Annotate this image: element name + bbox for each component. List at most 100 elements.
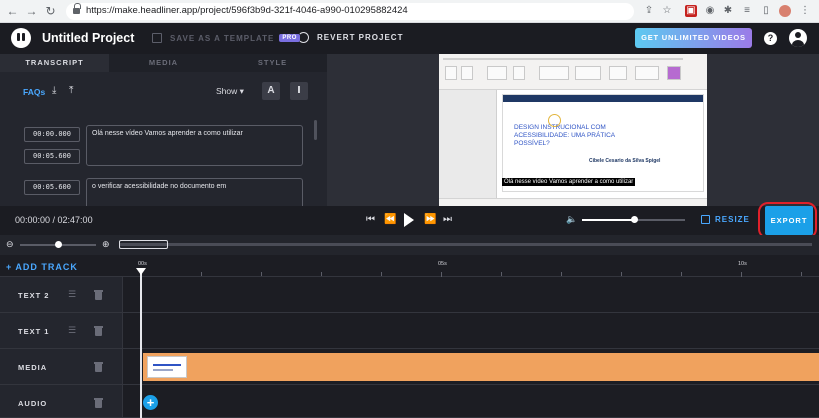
track-name: TEXT 2 [18, 291, 50, 300]
segment-2-text[interactable]: o verificar acessibilidade no documento … [86, 178, 303, 206]
rewind-icon[interactable]: ⏪ [384, 214, 396, 226]
slide-thumbnails [439, 90, 497, 198]
extension-red-icon[interactable]: ▣ [685, 5, 697, 17]
fast-forward-icon[interactable]: ⏩ [424, 214, 436, 226]
track-settings-icon[interactable]: ☰ [68, 289, 78, 300]
transcript-panel: TRANSCRIPT MEDIA STYLE FAQs ⤓ ⤒ Show ▾ A… [0, 54, 327, 206]
side-panel-icon[interactable]: ▯ [760, 5, 772, 17]
segment-1-text[interactable]: Olá nesse vídeo Vamos aprender a como ut… [86, 125, 303, 166]
media-queue-icon[interactable]: ≡ [741, 5, 753, 17]
skip-to-end-icon[interactable]: ⏭ [443, 214, 452, 226]
segment-2-start-time[interactable]: 00:05.600 [24, 180, 80, 195]
user-account-icon[interactable] [789, 29, 807, 47]
history-icon [298, 32, 309, 43]
faqs-link[interactable]: FAQs [23, 87, 45, 97]
ruler-label-0: 00s [138, 261, 147, 267]
timecode: 00:00:00 / 02:47:00 [15, 215, 93, 225]
transcript-scrollbar[interactable] [314, 120, 317, 140]
resize-button[interactable]: RESIZE [701, 215, 750, 224]
skip-to-start-icon[interactable]: ⏮ [366, 214, 375, 226]
slide-title: DESIGN INSTRUCIONAL COM ACESSIBILIDADE: … [514, 124, 615, 147]
address-bar[interactable]: https://make.headliner.app/project/596f3… [66, 3, 634, 20]
save-as-template-button[interactable]: SAVE AS A TEMPLATE PRO [152, 33, 300, 43]
add-audio-plus-icon[interactable]: + [143, 395, 158, 410]
trash-icon[interactable] [94, 362, 104, 372]
pro-badge: PRO [279, 34, 300, 42]
track-settings-icon[interactable]: ☰ [68, 325, 78, 336]
ruler-label-10: 10s [738, 261, 747, 267]
get-unlimited-videos-button[interactable]: GET UNLIMITED VIDEOS [635, 28, 752, 48]
add-track-button[interactable]: + ADD TRACK [6, 262, 78, 272]
media-clip-thumbnail [147, 356, 187, 378]
project-title[interactable]: Untitled Project [42, 31, 134, 45]
zoom-knob[interactable] [55, 241, 62, 248]
lock-icon [73, 3, 81, 14]
export-highlight-ring [758, 202, 817, 239]
trash-icon[interactable] [94, 398, 104, 408]
save-as-template-label: SAVE AS A TEMPLATE [170, 33, 275, 43]
video-preview[interactable]: DESIGN INSTRUCIONAL COM ACESSIBILIDADE: … [439, 54, 707, 206]
url-text: https://make.headliner.app/project/596f3… [86, 5, 408, 16]
segment-1-end-time[interactable]: 00:05.600 [24, 149, 80, 164]
timeline-overview-track[interactable] [120, 243, 812, 246]
track-row-text-1: TEXT 1 ☰ [0, 313, 819, 349]
show-dropdown[interactable]: Show ▾ [216, 86, 244, 97]
media-clip[interactable] [143, 353, 819, 381]
upload-icon[interactable]: ⤒ [69, 85, 73, 96]
download-icon[interactable]: ⤓ [52, 85, 56, 96]
bookmark-star-icon[interactable]: ☆ [661, 5, 673, 17]
cursor-highlight-icon [548, 114, 561, 127]
tab-style[interactable]: STYLE [218, 54, 327, 72]
camera-extension-icon[interactable]: ◉ [704, 5, 716, 17]
video-caption: Olá nesse vídeo Vamos aprender a como ut… [502, 178, 636, 186]
timeline-ruler: + ADD TRACK 00s 05s 10s [0, 255, 819, 277]
track-row-audio: AUDIO [0, 385, 819, 418]
slide-author: Cibele Cesario da Silva Spigel [589, 158, 661, 164]
browser-menu-icon[interactable]: ⋮ [799, 5, 811, 17]
powerpoint-ribbon-image [439, 54, 707, 90]
profile-avatar-icon[interactable] [779, 5, 791, 17]
volume-slider[interactable] [582, 216, 685, 223]
playhead-handle[interactable] [136, 268, 146, 275]
back-arrow-icon[interactable]: ← [5, 4, 20, 19]
panel-tabs: TRANSCRIPT MEDIA STYLE [0, 54, 327, 72]
zoom-out-icon[interactable]: ⊖ [6, 239, 14, 250]
timeline-zoom-bar: ⊖ ⊕ [0, 235, 819, 255]
volume-knob[interactable] [630, 216, 638, 223]
track-row-text-2: TEXT 2 ☰ [0, 277, 819, 313]
timeline-overview-handle[interactable] [119, 240, 168, 249]
forward-arrow-icon[interactable]: → [24, 4, 39, 19]
trash-icon[interactable] [94, 290, 104, 300]
trash-icon[interactable] [94, 326, 104, 336]
headliner-logo-icon[interactable] [11, 28, 31, 48]
volume-fill [582, 219, 634, 221]
segment-1-start-time[interactable]: 00:00.000 [24, 127, 80, 142]
ruler-label-5: 05s [438, 261, 447, 267]
track-header: AUDIO [0, 385, 123, 417]
track-header: TEXT 2 ☰ [0, 277, 123, 312]
track-name: TEXT 1 [18, 327, 50, 336]
help-icon[interactable]: ? [764, 32, 777, 45]
tab-transcript[interactable]: TRANSCRIPT [0, 54, 109, 72]
reload-icon[interactable]: ↻ [43, 4, 58, 19]
tab-media[interactable]: MEDIA [109, 54, 218, 72]
volume-icon[interactable]: 🔈 [566, 214, 577, 225]
slide-header-bar [503, 95, 703, 102]
revert-project-label: REVERT PROJECT [317, 33, 404, 42]
powerpoint-status-bar [439, 198, 707, 206]
play-icon[interactable] [404, 213, 414, 227]
zoom-in-icon[interactable]: ⊕ [102, 239, 110, 250]
track-name: MEDIA [18, 363, 48, 372]
puzzle-extension-icon[interactable]: ✱ [722, 5, 734, 17]
browser-toolbar: ← → ↻ https://make.headliner.app/project… [0, 0, 819, 23]
revert-project-button[interactable]: REVERT PROJECT [298, 32, 403, 43]
playhead-line[interactable] [140, 269, 142, 418]
track-header: MEDIA [0, 349, 123, 384]
text-align-button[interactable]: Ⅰ [290, 82, 308, 100]
share-icon[interactable]: ⇪ [643, 5, 655, 17]
app-header: Untitled Project SAVE AS A TEMPLATE PRO … [0, 23, 819, 54]
font-style-button[interactable]: A [262, 82, 280, 100]
track-header: TEXT 1 ☰ [0, 313, 123, 348]
template-icon [152, 33, 162, 43]
player-controls: 00:00:00 / 02:47:00 ⏮ ⏪ ⏩ ⏭ 🔈 RESIZE [0, 206, 819, 235]
